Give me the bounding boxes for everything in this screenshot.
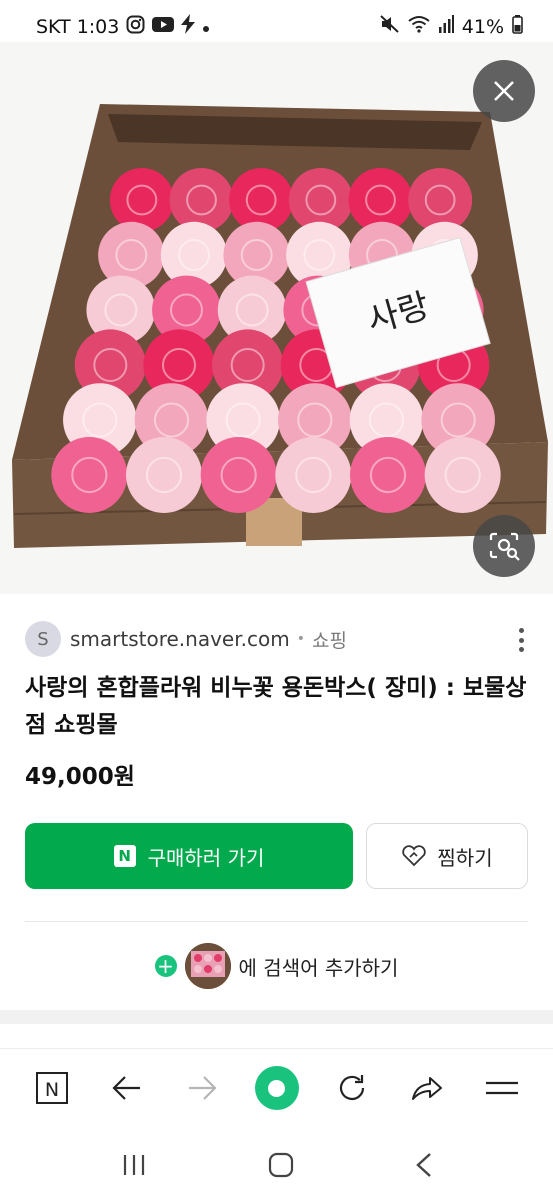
product-price: 49,000원 (25, 764, 135, 790)
bolt-icon (181, 14, 196, 39)
battery-icon (512, 14, 523, 39)
divider (25, 921, 528, 922)
signal-icon (438, 15, 454, 38)
rose (424, 437, 501, 513)
recent-apps-icon[interactable] (121, 1153, 147, 1177)
wishlist-button[interactable]: 찜하기 (366, 823, 528, 889)
notification-dot-icon (202, 16, 210, 38)
product-title[interactable]: 사랑의 혼합플라워 비누꽃 용돈박스( 장미) : 보물상점 쇼핑몰 (25, 670, 530, 744)
forward-arrow-icon (188, 1076, 217, 1100)
battery-percent: 41% (461, 15, 504, 38)
buy-button-label: 구매하러 가기 (147, 845, 265, 870)
youtube-icon (152, 16, 175, 38)
menu-icon (485, 1081, 518, 1095)
forward-button[interactable] (177, 1063, 227, 1113)
more-options-icon[interactable] (509, 626, 533, 654)
rose (169, 168, 234, 232)
refresh-icon (339, 1075, 364, 1101)
instagram-icon (126, 15, 145, 39)
rose (51, 437, 128, 513)
system-navigation (0, 1135, 553, 1195)
naver-home-icon: N (35, 1072, 68, 1104)
green-dot-icon (254, 1066, 299, 1110)
share-icon (411, 1077, 442, 1100)
source-avatar: S (25, 621, 61, 657)
close-button[interactable] (473, 60, 535, 122)
add-search-label: 에 검색어 추가하기 (238, 955, 399, 980)
buy-button[interactable]: N 구매하러 가기 (25, 823, 353, 889)
rose (200, 437, 277, 513)
plus-icon: + (154, 955, 177, 977)
wifi-icon (408, 15, 430, 38)
refresh-button[interactable] (327, 1063, 377, 1113)
home-button[interactable]: N (27, 1063, 77, 1113)
source-row[interactable]: S smartstore.naver.com • 쇼핑 (25, 620, 533, 658)
rose (350, 437, 426, 513)
share-button[interactable] (402, 1063, 452, 1113)
lens-search-icon (489, 532, 520, 561)
green-dot-button[interactable] (252, 1063, 302, 1113)
back-nav-icon[interactable] (415, 1152, 433, 1178)
thumbnail-image (184, 943, 231, 989)
home-nav-icon[interactable] (268, 1152, 294, 1178)
section-separator (0, 1010, 553, 1024)
add-search-term[interactable]: + 에 검색어 추가하기 (0, 940, 553, 992)
menu-button[interactable] (477, 1063, 527, 1113)
browser-toolbar: N (0, 1052, 553, 1124)
rose (275, 437, 352, 513)
mute-icon (380, 14, 400, 39)
source-category: 쇼핑 (311, 629, 347, 652)
status-time: SKT 1:03 (36, 15, 120, 38)
close-icon (494, 81, 514, 101)
svg-text:N: N (44, 1079, 58, 1101)
heart-icon (402, 845, 427, 867)
back-arrow-icon (111, 1076, 140, 1100)
image-search-button[interactable] (473, 515, 535, 577)
rose (126, 437, 202, 513)
naver-n-icon: N (113, 845, 136, 867)
source-domain[interactable]: smartstore.naver.com (70, 627, 290, 651)
toolbar-border (0, 1048, 553, 1049)
product-image[interactable]: 사랑 (0, 42, 553, 594)
source-separator: • (296, 631, 305, 647)
back-button[interactable] (102, 1063, 152, 1113)
rose-box-illustration: 사랑 (12, 104, 548, 548)
rose (109, 168, 174, 232)
wishlist-button-label: 찜하기 (437, 845, 493, 870)
